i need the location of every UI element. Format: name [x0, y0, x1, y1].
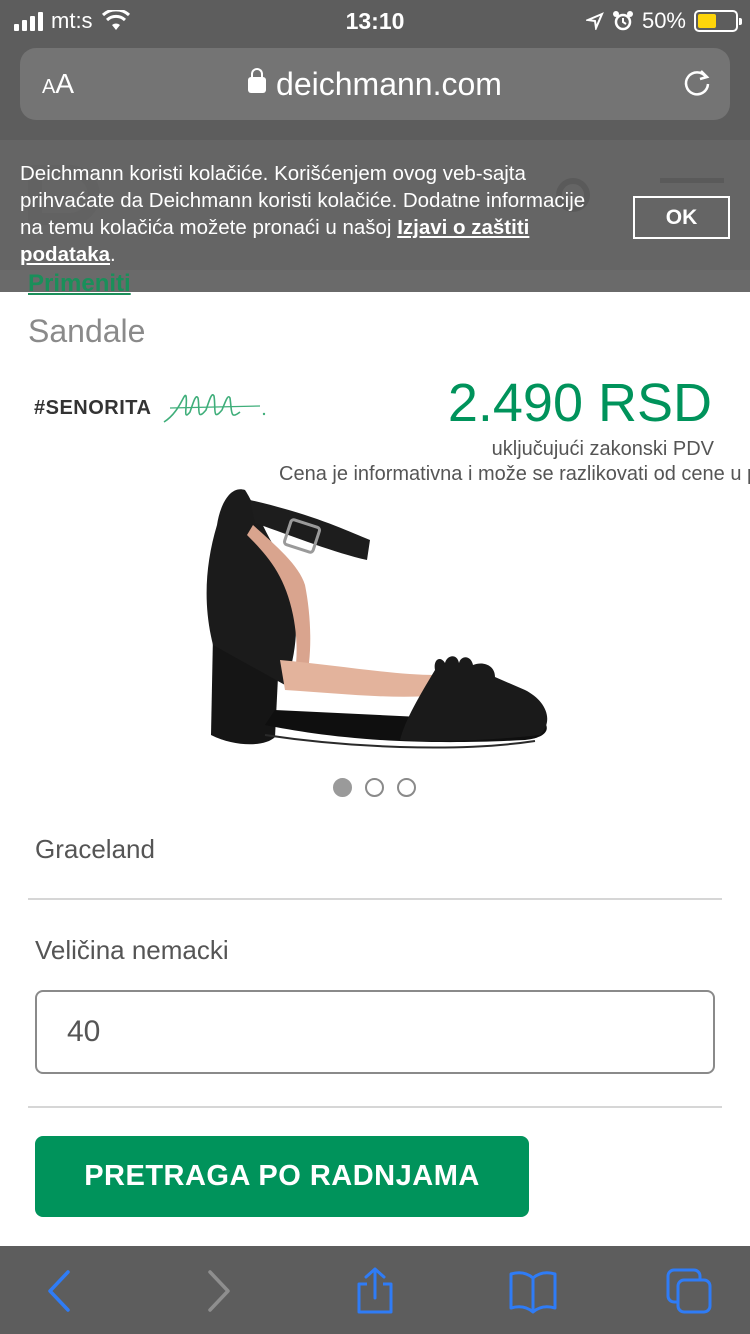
cookie-banner: Deichmann koristi kolačiće. Korišćenjem … [0, 140, 750, 270]
product-price: 2.490 RSD [447, 373, 712, 433]
battery-icon [694, 10, 742, 32]
cookie-ok-button[interactable]: OK [633, 196, 730, 239]
cookie-text: Deichmann koristi kolačiće. Korišćenjem … [20, 160, 600, 268]
status-right: 50% [585, 8, 742, 34]
carousel-dot[interactable] [333, 778, 352, 797]
vat-note: uključujući zakonski PDV [491, 438, 714, 460]
forward-icon[interactable] [192, 1266, 242, 1316]
size-select[interactable]: 40 [35, 990, 715, 1074]
back-icon[interactable] [36, 1266, 86, 1316]
reload-icon[interactable] [682, 68, 712, 98]
brand-name: Graceland [35, 834, 155, 864]
url-display[interactable]: deichmann.com [20, 66, 730, 103]
status-bar: mt:s 13:10 50% [0, 0, 750, 42]
lock-icon [248, 68, 267, 93]
alarm-icon [612, 11, 633, 31]
share-icon[interactable] [350, 1266, 400, 1316]
price-disclaimer: Cena je informativna i može se razlikova… [279, 463, 750, 485]
address-bar[interactable]: AA deichmann.com [20, 48, 730, 120]
domain-text: deichmann.com [276, 66, 502, 102]
cookie-suffix: . [110, 243, 116, 266]
battery-percent: 50% [641, 8, 686, 33]
divider [28, 1106, 722, 1108]
location-icon [585, 12, 604, 30]
bookmarks-icon[interactable] [508, 1266, 558, 1316]
brand-tag: #SENORITA [34, 397, 152, 419]
carousel-indicator [333, 778, 416, 797]
tabs-icon[interactable] [664, 1266, 714, 1316]
browser-toolbar [0, 1246, 750, 1334]
carousel-dot[interactable] [365, 778, 384, 797]
size-label: Veličina nemacki [35, 935, 229, 965]
apply-filter-link[interactable]: Primeniti [28, 270, 131, 298]
signature-logo [163, 394, 266, 423]
carousel-dot[interactable] [397, 778, 416, 797]
product-image[interactable] [195, 485, 555, 755]
store-search-button[interactable]: PRETRAGA PO RADNJAMA [35, 1136, 529, 1217]
divider [28, 898, 722, 900]
category-title: Sandale [28, 313, 146, 349]
